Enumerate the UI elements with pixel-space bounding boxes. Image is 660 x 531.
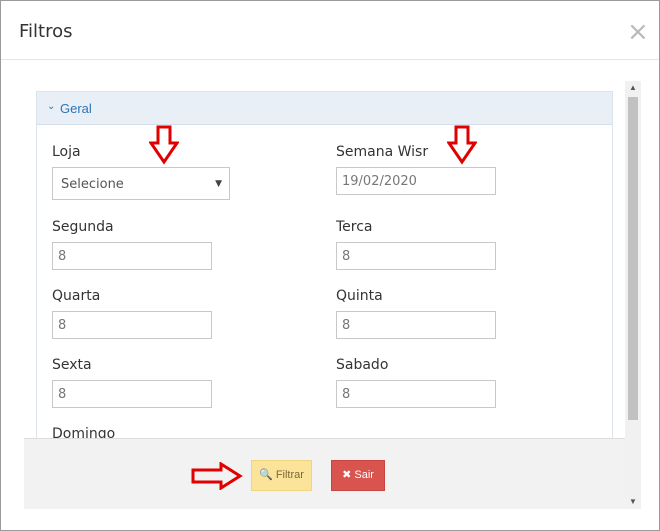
vertical-scrollbar[interactable]: ▲ ▼ (625, 81, 641, 509)
exit-button[interactable]: ✖ Sair (331, 460, 385, 491)
scroll-down-icon[interactable]: ▼ (625, 495, 641, 509)
loja-select-value: Selecione (61, 177, 124, 192)
segunda-input[interactable]: 8 (52, 242, 212, 270)
semana-label: Semana Wisr (336, 144, 429, 160)
annotation-arrow-right-icon (191, 462, 243, 490)
scroll-up-icon[interactable]: ▲ (625, 81, 641, 95)
sabado-input[interactable]: 8 (336, 380, 496, 408)
sexta-label: Sexta (52, 357, 92, 373)
semana-input[interactable]: 19/02/2020 (336, 167, 496, 195)
filter-button[interactable]: 🔍 Filtrar (251, 460, 312, 491)
filter-button-label: Filtrar (275, 469, 304, 481)
terca-input[interactable]: 8 (336, 242, 496, 270)
sexta-input[interactable]: 8 (52, 380, 212, 408)
terca-label: Terca (336, 219, 373, 235)
quinta-input[interactable]: 8 (336, 311, 496, 339)
dropdown-caret-icon: ▼ (215, 179, 222, 189)
annotation-arrow-down-icon (149, 125, 179, 165)
panel-heading[interactable]: ⌄ Geral (37, 92, 612, 125)
annotation-arrow-down-icon (447, 125, 477, 165)
panel-heading-label: Geral (60, 101, 92, 116)
quarta-label: Quarta (52, 288, 101, 304)
loja-select[interactable]: Selecione ▼ (52, 167, 230, 200)
close-circle-icon: ✖ (342, 469, 352, 481)
search-icon: 🔍 (259, 469, 273, 481)
dialog-footer: 🔍 Filtrar ✖ Sair (24, 438, 625, 509)
scrollbar-thumb[interactable] (628, 97, 638, 420)
quinta-label: Quinta (336, 288, 383, 304)
quarta-input[interactable]: 8 (52, 311, 212, 339)
dialog-header: Filtros × (1, 1, 659, 60)
sabado-label: Sabado (336, 357, 389, 373)
segunda-label: Segunda (52, 219, 114, 235)
chevron-down-icon: ⌄ (47, 101, 56, 112)
dialog-title: Filtros (19, 21, 73, 42)
exit-button-label: Sair (354, 469, 374, 481)
loja-label: Loja (52, 144, 81, 160)
close-button[interactable]: × (627, 19, 649, 45)
filter-dialog: Filtros × ⌄ Geral Loja Selecione ▼ Seman… (0, 0, 660, 531)
